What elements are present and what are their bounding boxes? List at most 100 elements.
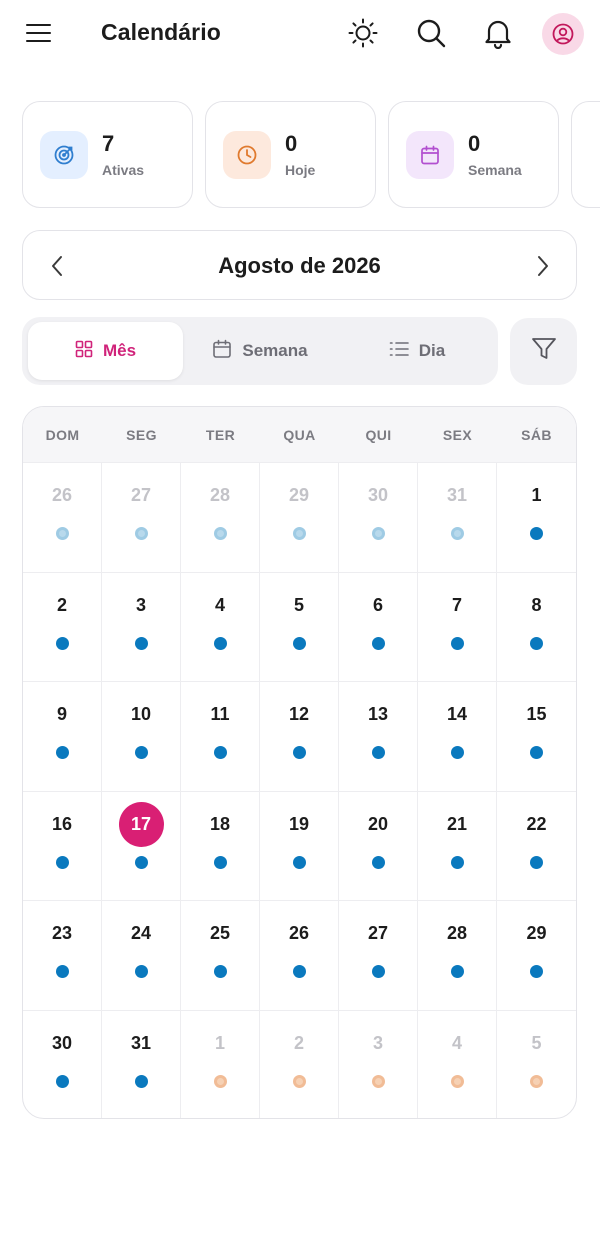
event-dot xyxy=(530,527,543,540)
event-dot xyxy=(293,1075,306,1088)
day-number: 27 xyxy=(367,923,389,944)
chevron-right-icon[interactable] xyxy=(530,253,556,279)
calendar-icon xyxy=(212,339,232,364)
day-number: 17 xyxy=(130,813,152,834)
menu-icon[interactable] xyxy=(24,20,54,46)
calendar-day[interactable]: 25 xyxy=(181,900,260,1011)
calendar-day[interactable]: 6 xyxy=(339,571,418,682)
view-switcher: Mês Semana Dia xyxy=(22,317,498,385)
day-number: 24 xyxy=(130,923,152,944)
stat-label: Ativas xyxy=(102,162,145,178)
event-dot xyxy=(372,746,385,760)
avatar[interactable] xyxy=(542,13,584,55)
app-header: Calendário xyxy=(0,0,600,68)
calendar-day[interactable]: 11 xyxy=(181,681,260,792)
calendar-day[interactable]: 2 xyxy=(260,1010,339,1118)
event-dot xyxy=(451,965,464,979)
tab-semana[interactable]: Semana xyxy=(190,322,330,380)
calendar-day[interactable]: 22 xyxy=(497,790,576,901)
event-dot xyxy=(214,855,227,869)
grid-icon xyxy=(75,340,93,363)
calendar-day[interactable]: 14 xyxy=(418,681,497,792)
calendar-day[interactable]: 27 xyxy=(339,900,418,1011)
weekday-label: SEG xyxy=(126,427,157,443)
calendar-day[interactable]: 5 xyxy=(260,571,339,682)
calendar-day[interactable]: 4 xyxy=(418,1010,497,1118)
filter-button[interactable] xyxy=(510,318,577,385)
day-number: 3 xyxy=(372,1033,383,1053)
calendar-day[interactable]: 5 xyxy=(497,1010,576,1118)
calendar-day[interactable]: 21 xyxy=(418,790,497,901)
calendar-day[interactable]: 9 xyxy=(23,681,102,792)
calendar-day[interactable]: 2 xyxy=(23,571,102,682)
stat-card-hoje[interactable]: 0 Hoje xyxy=(205,101,376,208)
calendar-day[interactable]: 28 xyxy=(418,900,497,1011)
calendar-day[interactable]: 19 xyxy=(260,790,339,901)
calendar-day[interactable]: 1 xyxy=(497,462,576,572)
month-title: Agosto de 2026 xyxy=(218,253,381,278)
weekday-label: QUI xyxy=(365,427,392,443)
calendar-day[interactable]: 1 xyxy=(181,1010,260,1118)
calendar-day[interactable]: 29 xyxy=(260,462,339,572)
day-number: 29 xyxy=(526,923,547,944)
calendar-grid: DOM SEG TER QUA QUI SEX SÁB 26 27 28 29 30 31 1 2 3 4 5 6… xyxy=(22,406,577,1119)
stat-card-semana[interactable]: 0 Semana xyxy=(388,101,559,208)
day-number: 1 xyxy=(214,1033,225,1053)
calendar-day[interactable]: 24 xyxy=(102,900,181,1011)
calendar-day[interactable]: 3 xyxy=(102,571,181,682)
calendar-day[interactable]: 8 xyxy=(497,571,576,682)
day-number: 21 xyxy=(446,813,468,834)
day-number: 26 xyxy=(51,485,73,505)
event-dot xyxy=(530,746,543,760)
filter-icon xyxy=(531,337,557,366)
event-dot xyxy=(451,746,464,760)
day-number: 13 xyxy=(367,704,389,725)
event-dot xyxy=(372,1075,385,1088)
day-number: 8 xyxy=(531,594,542,615)
calendar-day-today[interactable]: 17 xyxy=(102,790,181,901)
calendar-day[interactable]: 30 xyxy=(23,1010,102,1118)
calendar-day[interactable]: 23 xyxy=(23,900,102,1011)
calendar-day[interactable]: 12 xyxy=(260,681,339,792)
search-icon[interactable] xyxy=(414,16,448,50)
day-number: 12 xyxy=(288,704,310,725)
event-dot xyxy=(451,1075,464,1088)
tab-mes[interactable]: Mês xyxy=(28,322,183,380)
calendar-day[interactable]: 27 xyxy=(102,462,181,572)
calendar-day[interactable]: 31 xyxy=(102,1010,181,1118)
calendar-day[interactable]: 15 xyxy=(497,681,576,791)
calendar-day[interactable]: 13 xyxy=(339,681,418,792)
calendar-day[interactable]: 4 xyxy=(181,571,260,682)
event-dot xyxy=(530,965,543,979)
calendar-day[interactable]: 7 xyxy=(418,571,497,682)
day-number: 27 xyxy=(130,485,152,505)
stat-card-partial[interactable] xyxy=(571,101,600,208)
day-number: 26 xyxy=(288,923,310,944)
month-navigator: Agosto de 2026 xyxy=(22,230,577,300)
calendar-day[interactable]: 16 xyxy=(23,790,102,901)
event-dot xyxy=(451,527,464,540)
day-number: 7 xyxy=(451,594,462,615)
sun-icon[interactable] xyxy=(346,16,380,50)
calendar-day[interactable]: 3 xyxy=(339,1010,418,1118)
stat-card-ativas[interactable]: 7 Ativas xyxy=(22,101,193,208)
event-dot xyxy=(56,636,69,650)
calendar-day[interactable]: 10 xyxy=(102,681,181,792)
calendar-day[interactable]: 31 xyxy=(418,462,497,572)
calendar-day[interactable]: 30 xyxy=(339,462,418,572)
event-dot xyxy=(293,965,306,979)
calendar-day[interactable]: 26 xyxy=(260,900,339,1011)
day-number: 22 xyxy=(526,813,547,834)
calendar-day[interactable]: 28 xyxy=(181,462,260,572)
list-icon xyxy=(389,340,409,363)
calendar-day[interactable]: 18 xyxy=(181,790,260,901)
calendar-day[interactable]: 20 xyxy=(339,790,418,901)
calendar-day[interactable]: 26 xyxy=(23,462,102,572)
day-number: 29 xyxy=(288,485,310,505)
day-number: 14 xyxy=(446,704,468,725)
calendar-day[interactable]: 29 xyxy=(497,900,576,1010)
tab-dia[interactable]: Dia xyxy=(352,322,482,380)
bell-icon[interactable] xyxy=(481,16,515,50)
day-number: 2 xyxy=(56,594,67,615)
event-dot xyxy=(293,636,306,650)
